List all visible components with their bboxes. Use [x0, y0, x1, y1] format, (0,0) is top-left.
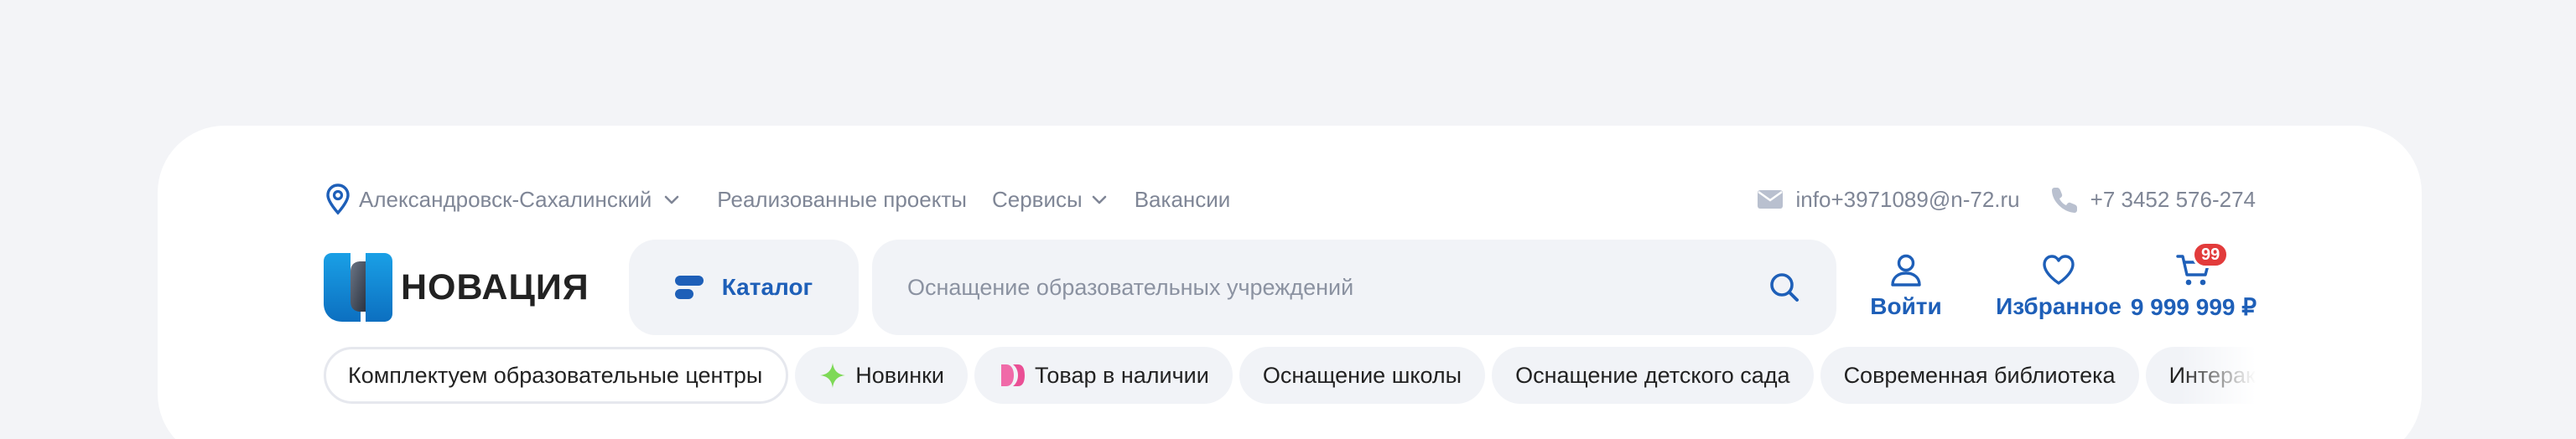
- city-selector[interactable]: Александровск-Сахалинский: [324, 183, 682, 216]
- search-input[interactable]: [907, 274, 1766, 301]
- contacts: info+3971089@n-72.ru +7 3452 576-274: [1756, 185, 2256, 214]
- email-link[interactable]: info+3971089@n-72.ru: [1756, 185, 2020, 214]
- catalog-menu-icon: [674, 275, 704, 300]
- phone-icon: [2050, 185, 2079, 214]
- catalog-button[interactable]: Каталог: [629, 240, 859, 335]
- stock-icon: [998, 361, 1026, 390]
- search-bar: [872, 240, 1836, 335]
- favorites-button[interactable]: Избранное: [1972, 251, 2145, 320]
- chip-in-stock[interactable]: Товар в наличии: [974, 347, 1233, 404]
- heart-icon: [2040, 251, 2077, 288]
- chip-kindergarten-equipment[interactable]: Оснащение детского сада: [1492, 347, 1814, 404]
- chevron-down-icon: [1089, 189, 1109, 209]
- nav-link-vacancies[interactable]: Вакансии: [1135, 187, 1231, 213]
- chip-new[interactable]: Новинки: [795, 347, 968, 404]
- top-bar: Александровск-Сахалинский Реализованные …: [324, 181, 2256, 218]
- cart-total: 9 999 999 ₽: [2130, 294, 2257, 320]
- user-icon: [1888, 251, 1924, 288]
- login-button[interactable]: Войти: [1870, 251, 1942, 320]
- nav-link-projects[interactable]: Реализованные проекты: [717, 187, 967, 213]
- favorites-label: Избранное: [1996, 293, 2122, 319]
- mail-icon: [1756, 185, 1784, 214]
- chevron-down-icon: [662, 189, 682, 209]
- logo-text: НОВАЦИЯ: [401, 266, 589, 307]
- cart-count-badge: 99: [2192, 241, 2230, 268]
- search-icon[interactable]: [1766, 269, 1803, 306]
- city-label: Александровск-Сахалинский: [359, 186, 652, 212]
- chip-modern-library[interactable]: Современная библиотека: [1820, 347, 2139, 404]
- sparkle-icon: [818, 361, 847, 390]
- chip-education-centers[interactable]: Комплектуем образовательные центры: [324, 347, 789, 404]
- chip-interactive[interactable]: Интерактивное: [2145, 347, 2256, 404]
- chip-school-equipment[interactable]: Оснащение школы: [1239, 347, 1486, 404]
- nav-link-services[interactable]: Сервисы: [992, 187, 1109, 213]
- top-nav: Реализованные проекты Сервисы Вакансии: [717, 187, 1230, 213]
- login-label: Войти: [1870, 293, 1942, 319]
- quick-links: Комплектуем образовательные центры Новин…: [324, 347, 2256, 404]
- logo-mark-icon: [324, 253, 392, 322]
- phone-link[interactable]: +7 3452 576-274: [2050, 185, 2256, 214]
- location-pin-icon: [324, 183, 352, 216]
- logo[interactable]: НОВАЦИЯ: [324, 253, 600, 322]
- catalog-label: Каталог: [721, 274, 813, 300]
